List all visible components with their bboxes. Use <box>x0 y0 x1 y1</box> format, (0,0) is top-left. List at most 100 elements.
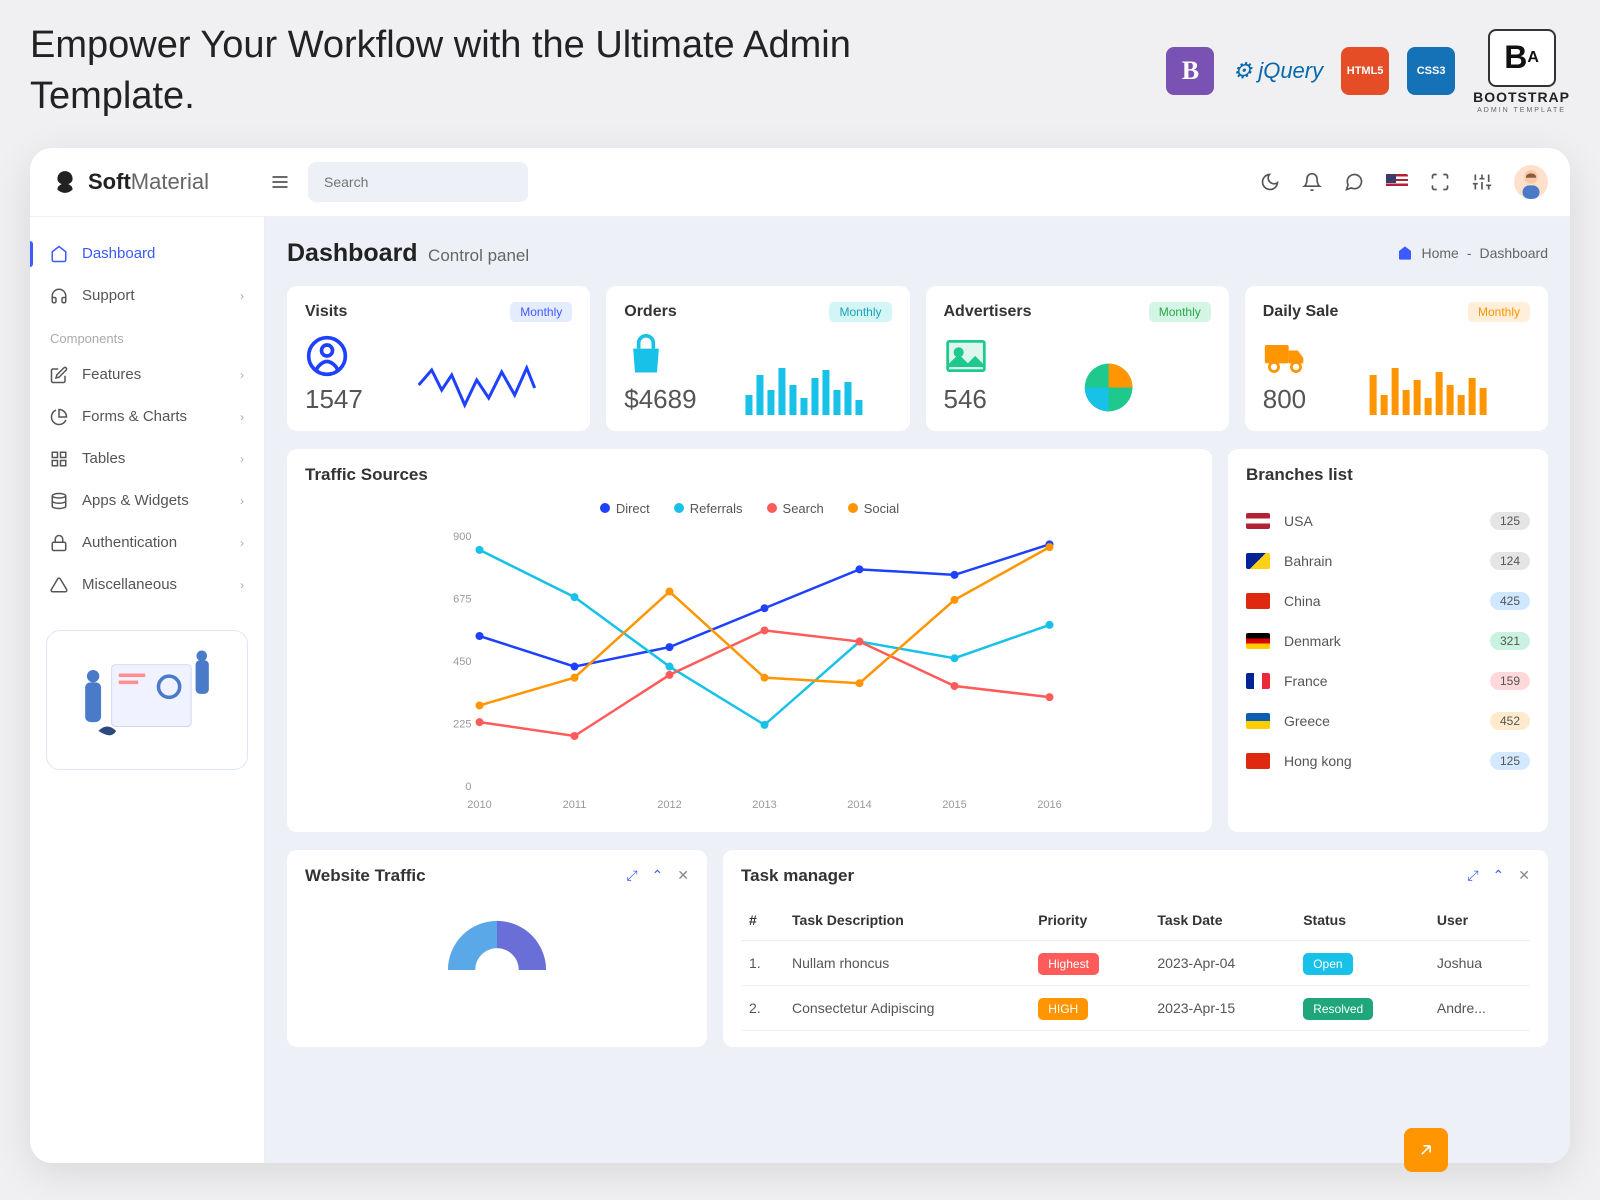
flag-icon <box>1246 673 1270 689</box>
svg-text:2016: 2016 <box>1037 799 1061 811</box>
chat-icon[interactable] <box>1344 172 1364 192</box>
flag-icon <box>1246 633 1270 649</box>
monthly-badge: Monthly <box>1149 302 1211 322</box>
branch-item[interactable]: Bahrain 124 <box>1246 541 1530 581</box>
svg-text:0: 0 <box>465 781 471 793</box>
sidebar-item-apps[interactable]: Apps & Widgets› <box>30 480 264 522</box>
bootstrap-icon: B <box>1166 47 1214 95</box>
branch-item[interactable]: Denmark321 <box>1246 621 1530 661</box>
branch-name: France <box>1284 673 1328 689</box>
chevron-right-icon: › <box>240 289 244 303</box>
branch-name: Bahrain <box>1284 553 1332 569</box>
search-box[interactable] <box>308 162 528 202</box>
bell-icon[interactable] <box>1302 172 1322 192</box>
sidebar-item-tables[interactable]: Tables› <box>30 438 264 480</box>
branch-name: Hong kong <box>1284 753 1352 769</box>
pie-icon <box>50 408 68 426</box>
svg-text:450: 450 <box>453 656 471 668</box>
branch-name: Greece <box>1284 713 1330 729</box>
branch-count: 452 <box>1490 712 1530 730</box>
monthly-badge: Monthly <box>829 302 891 322</box>
sidebar-item-label: Forms & Charts <box>82 408 187 425</box>
sparkline-icon <box>381 360 572 415</box>
svg-text:225: 225 <box>453 718 471 730</box>
alert-icon <box>50 576 68 594</box>
sidebar-item-label: Authentication <box>82 534 177 551</box>
branch-count: 159 <box>1490 672 1530 690</box>
bars-icon <box>715 360 892 415</box>
sidebar: Dashboard Support› Components Features› … <box>30 217 265 1163</box>
chevron-right-icon: › <box>240 410 244 424</box>
branch-count: 124 <box>1490 552 1530 570</box>
sidebar-item-misc[interactable]: Miscellaneous› <box>30 564 264 606</box>
table-row[interactable]: 2.Consectetur AdipiscingHIGH2023-Apr-15R… <box>741 985 1530 1030</box>
sidebar-item-support[interactable]: Support› <box>30 275 264 317</box>
stat-orders: OrdersMonthly $4689 <box>606 286 909 431</box>
sidebar-item-features[interactable]: Features › <box>30 354 264 396</box>
moon-icon[interactable] <box>1260 172 1280 192</box>
tasks-table: # Task Description Priority Task Date St… <box>741 900 1530 1031</box>
sidebar-item-label: Features <box>82 366 141 383</box>
task-manager-card: Task manager ⤢ ⌃ ✕ # Task Description <box>723 850 1548 1047</box>
donut-chart-icon <box>387 910 607 1030</box>
collapse-icon[interactable]: ⌃ <box>1493 867 1505 884</box>
fullscreen-icon[interactable] <box>1430 172 1450 192</box>
flag-icon <box>1246 593 1270 609</box>
expand-icon[interactable]: ⤢ <box>1467 867 1478 884</box>
html5-icon: HTML5 <box>1341 47 1389 95</box>
branch-item[interactable]: France 159 <box>1246 661 1530 701</box>
branches-card: Branches list USA125Bahrain124China425De… <box>1228 449 1548 832</box>
ba-logo-icon: BA <box>1488 29 1556 87</box>
image-icon <box>944 334 988 378</box>
css3-icon: CSS3 <box>1407 47 1455 95</box>
chevron-right-icon: › <box>240 368 244 382</box>
ba-brand-sub: ADMIN TEMPLATE <box>1477 107 1566 114</box>
stat-advertisers: AdvertisersMonthly 546 <box>926 286 1229 431</box>
fab-button[interactable] <box>1404 1128 1448 1172</box>
branch-item[interactable]: Greece 452 <box>1246 701 1530 741</box>
sidebar-item-label: Apps & Widgets <box>82 492 189 509</box>
branch-item[interactable]: Hong kong125 <box>1246 741 1530 781</box>
breadcrumb-home[interactable]: Home <box>1421 245 1458 261</box>
jquery-icon: ⚙ jQuery <box>1232 58 1323 84</box>
collapse-icon[interactable]: ⌃ <box>652 867 664 884</box>
main-content: Dashboard Control panel Home - Dashboard… <box>265 217 1570 1163</box>
search-input[interactable] <box>324 174 505 190</box>
sidebar-item-label: Dashboard <box>82 245 155 262</box>
svg-text:675: 675 <box>453 593 471 605</box>
sidebar-item-auth[interactable]: Authentication› <box>30 522 264 564</box>
svg-text:2014: 2014 <box>847 799 871 811</box>
user-circle-icon <box>305 334 349 378</box>
flag-icon <box>1246 553 1270 569</box>
branch-name: China <box>1284 593 1321 609</box>
flag-icon <box>1246 753 1270 769</box>
close-icon[interactable]: ✕ <box>1518 867 1530 884</box>
ba-brand-text: BOOTSTRAP <box>1473 91 1570 104</box>
monthly-badge: Monthly <box>1468 302 1530 322</box>
table-row[interactable]: 1.Nullam rhoncusHighest2023-Apr-04OpenJo… <box>741 940 1530 985</box>
page-title: Dashboard <box>287 239 418 267</box>
chevron-right-icon: › <box>240 578 244 592</box>
sidebar-item-forms[interactable]: Forms & Charts › <box>30 396 264 438</box>
expand-icon[interactable]: ⤢ <box>626 867 637 884</box>
svg-text:2015: 2015 <box>942 799 966 811</box>
sidebar-item-dashboard[interactable]: Dashboard <box>30 233 264 275</box>
dashboard-icon <box>50 245 68 263</box>
brand-logo-icon <box>52 169 78 195</box>
brand[interactable]: SoftMaterial <box>52 169 252 195</box>
flag-icon[interactable] <box>1386 174 1408 190</box>
branch-name: USA <box>1284 513 1313 529</box>
flag-icon <box>1246 713 1270 729</box>
close-icon[interactable]: ✕ <box>677 867 689 884</box>
admin-window: SoftMaterial <box>30 148 1570 1163</box>
branch-item[interactable]: China425 <box>1246 581 1530 621</box>
stat-visits: VisitsMonthly 1547 <box>287 286 590 431</box>
branch-item[interactable]: USA125 <box>1246 501 1530 541</box>
shopping-bag-icon <box>624 334 668 378</box>
avatar[interactable] <box>1514 165 1548 199</box>
settings-icon[interactable] <box>1472 172 1492 192</box>
monthly-badge: Monthly <box>510 302 572 322</box>
breadcrumb: Home - Dashboard <box>1397 245 1548 261</box>
svg-text:900: 900 <box>453 531 471 543</box>
menu-toggle-icon[interactable] <box>270 172 290 192</box>
